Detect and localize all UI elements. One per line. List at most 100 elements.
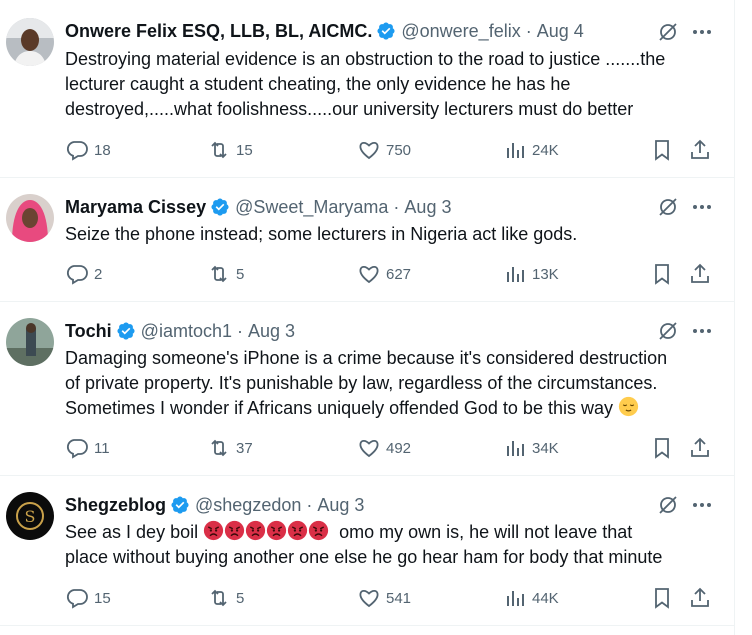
like-button[interactable]: 627 xyxy=(357,262,411,286)
views-count: 44K xyxy=(532,589,559,607)
tweet-date[interactable]: Aug 4 xyxy=(537,21,584,42)
tweet-header: Tochi @iamtoch1 · Aug 3 xyxy=(65,318,295,344)
tweet-date[interactable]: Aug 3 xyxy=(317,495,364,516)
grok-icon[interactable] xyxy=(656,493,680,517)
grok-icon[interactable] xyxy=(656,20,680,44)
reply-icon xyxy=(66,141,88,161)
tweet-header: Maryama Cissey @Sweet_Maryama · Aug 3 xyxy=(65,194,451,220)
tweet-text: Seize the phone instead; some lecturers … xyxy=(65,222,725,247)
views-count: 24K xyxy=(532,141,559,159)
more-icon[interactable] xyxy=(690,493,714,517)
retweet-count: 37 xyxy=(236,439,253,457)
share-icon xyxy=(691,587,709,607)
like-icon xyxy=(359,141,379,160)
tweet-text-line: of private property. It's punishable by … xyxy=(65,373,658,393)
reply-count: 15 xyxy=(94,589,111,607)
retweet-icon xyxy=(211,439,227,457)
views-count: 13K xyxy=(532,265,559,283)
retweet-count: 15 xyxy=(236,141,253,159)
views-button[interactable]: 13K xyxy=(503,262,559,286)
avatar[interactable] xyxy=(6,18,54,66)
display-name[interactable]: Shegzeblog xyxy=(65,495,166,516)
like-count: 541 xyxy=(386,589,412,607)
display-name[interactable]: Onwere Felix ESQ, LLB, BL, AICMC. xyxy=(65,21,372,42)
user-handle[interactable]: @onwere_felix xyxy=(401,21,520,42)
tweet-text-line-with-emoji: See as I dey boil omo my own is, he will… xyxy=(65,520,725,545)
tweet-text-line: Destroying material evidence is an obstr… xyxy=(65,49,666,69)
share-icon xyxy=(691,139,709,159)
angry-face-emoji-icon xyxy=(287,520,308,541)
angry-face-emoji-row xyxy=(203,520,329,542)
tweet-text-line: Seize the phone instead; some lecturers … xyxy=(65,224,578,244)
bookmark-button[interactable] xyxy=(650,586,674,610)
like-icon xyxy=(359,589,379,608)
tweet-date[interactable]: Aug 3 xyxy=(248,321,295,342)
reply-button[interactable]: 2 xyxy=(65,262,102,286)
separator-dot: · xyxy=(236,320,243,341)
action-bar: 15 5 541 44K xyxy=(65,586,725,610)
angry-face-emoji-icon xyxy=(245,520,266,541)
bookmark-icon xyxy=(655,140,669,161)
tweet-shegzeblog[interactable]: S Shegzeblog @shegzedon · Aug 3 See as I… xyxy=(0,476,735,626)
like-button[interactable]: 541 xyxy=(357,586,411,610)
share-button[interactable] xyxy=(688,138,712,162)
display-name[interactable]: Tochi xyxy=(65,321,112,342)
views-icon xyxy=(507,143,524,158)
tweet-date[interactable]: Aug 3 xyxy=(404,197,451,218)
like-count: 492 xyxy=(386,439,412,457)
grok-icon[interactable] xyxy=(656,319,680,343)
reply-icon xyxy=(66,589,88,609)
share-button[interactable] xyxy=(688,586,712,610)
more-icon[interactable] xyxy=(690,319,714,343)
user-handle[interactable]: @shegzedon xyxy=(195,495,301,516)
like-button[interactable]: 492 xyxy=(357,436,411,460)
verified-badge-icon xyxy=(117,322,135,340)
angry-face-emoji-icon xyxy=(308,520,329,541)
like-count: 750 xyxy=(386,141,412,159)
share-icon xyxy=(691,437,709,457)
tweet-onwere-felix[interactable]: Onwere Felix ESQ, LLB, BL, AICMC. @onwer… xyxy=(0,0,735,178)
tweet-header: Onwere Felix ESQ, LLB, BL, AICMC. @onwer… xyxy=(65,18,584,44)
tweet-maryama-cissey[interactable]: Maryama Cissey @Sweet_Maryama · Aug 3 Se… xyxy=(0,178,735,302)
tweet-text-segment: omo my own is, he will not leave that xyxy=(339,522,633,542)
reply-count: 11 xyxy=(94,439,110,457)
grok-icon[interactable] xyxy=(656,195,680,219)
share-button[interactable] xyxy=(688,262,712,286)
reply-icon xyxy=(66,265,88,285)
retweet-button[interactable]: 5 xyxy=(207,262,244,286)
retweet-count: 5 xyxy=(236,265,245,283)
like-button[interactable]: 750 xyxy=(357,138,411,162)
more-icon[interactable] xyxy=(690,20,714,44)
bookmark-button[interactable] xyxy=(650,436,674,460)
user-handle[interactable]: @iamtoch1 xyxy=(141,321,232,342)
user-handle[interactable]: @Sweet_Maryama xyxy=(235,197,388,218)
bookmark-icon xyxy=(655,438,669,459)
avatar[interactable]: S xyxy=(6,492,54,540)
views-button[interactable]: 24K xyxy=(503,138,559,162)
share-button[interactable] xyxy=(688,436,712,460)
tweet-tochi[interactable]: Tochi @iamtoch1 · Aug 3 Damaging someone… xyxy=(0,302,735,476)
views-button[interactable]: 34K xyxy=(503,436,559,460)
angry-face-emoji-icon xyxy=(203,520,224,541)
reply-button[interactable]: 15 xyxy=(65,586,111,610)
share-icon xyxy=(691,263,709,283)
views-button[interactable]: 44K xyxy=(503,586,559,610)
views-count: 34K xyxy=(532,439,559,457)
reply-count: 2 xyxy=(94,265,103,283)
retweet-count: 5 xyxy=(236,589,245,607)
display-name[interactable]: Maryama Cissey xyxy=(65,197,206,218)
tweet-text: Destroying material evidence is an obstr… xyxy=(65,47,725,122)
tweet-text-line: lecturer caught a student cheating, the … xyxy=(65,74,571,94)
action-bar: 2 5 627 13K xyxy=(65,262,725,286)
retweet-button[interactable]: 15 xyxy=(207,138,253,162)
more-icon[interactable] xyxy=(690,195,714,219)
retweet-button[interactable]: 5 xyxy=(207,586,244,610)
avatar[interactable] xyxy=(6,194,54,242)
avatar[interactable] xyxy=(6,318,54,366)
retweet-button[interactable]: 37 xyxy=(207,436,253,460)
reply-button[interactable]: 11 xyxy=(65,436,110,460)
bookmark-button[interactable] xyxy=(650,262,674,286)
views-icon xyxy=(507,441,524,456)
bookmark-button[interactable] xyxy=(650,138,674,162)
reply-button[interactable]: 18 xyxy=(65,138,111,162)
